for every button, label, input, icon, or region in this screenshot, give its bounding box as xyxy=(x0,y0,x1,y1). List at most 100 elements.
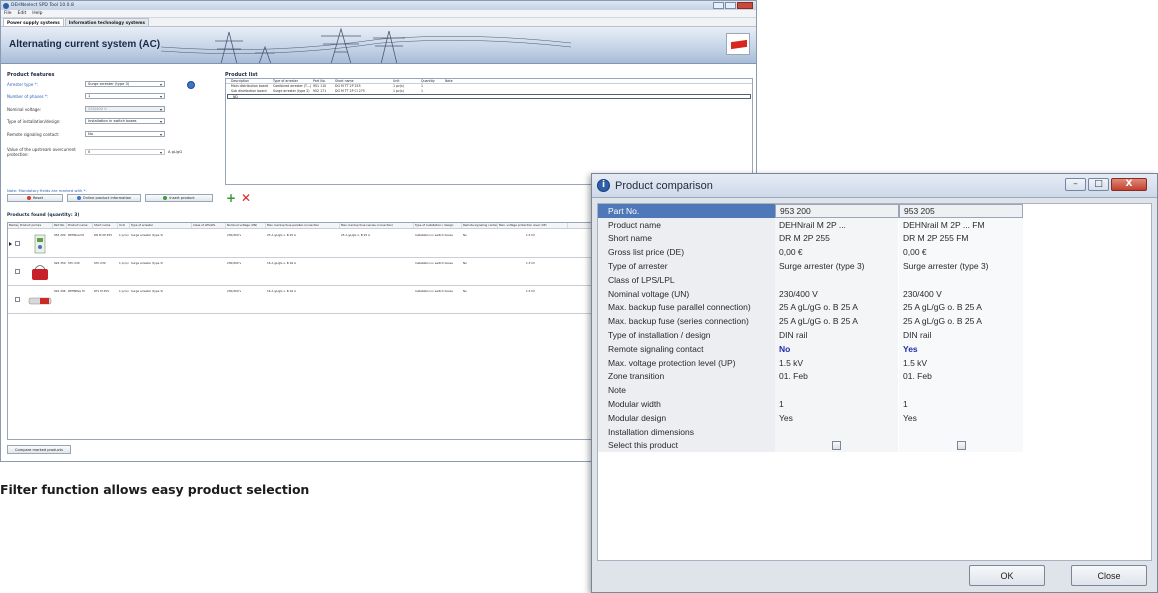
comparison-value-2: Yes xyxy=(899,341,1023,356)
product-list-input-row[interactable]: ND xyxy=(227,94,751,99)
comparison-row: Part No. 953 200 953 205 xyxy=(598,204,1023,218)
tab-information-technology[interactable]: Information technology systems xyxy=(64,18,150,26)
select-product-cell xyxy=(775,438,899,453)
add-icon[interactable]: + xyxy=(226,192,236,204)
comparison-row-label: Modular width xyxy=(598,397,775,411)
comparison-row-label: Gross list price (DE) xyxy=(598,245,775,260)
comparison-row-label: Short name xyxy=(598,231,775,246)
comparison-value-1: 230/400 V xyxy=(775,286,899,301)
comparison-row: Installation dimensions xyxy=(598,424,1023,439)
comparison-row-label: Type of installation / design xyxy=(598,328,775,342)
products-found-title: Products found (quantity: 3) xyxy=(7,213,80,218)
comparison-row-label: Modular design xyxy=(598,410,775,425)
comparison-value-1: Yes xyxy=(775,410,899,425)
insert-icon xyxy=(163,196,168,200)
delete-icon[interactable]: ✕ xyxy=(241,192,251,204)
comparison-row: Modular width 1 1 xyxy=(598,397,1023,411)
select-product-cell xyxy=(899,438,1023,453)
system-title: Alternating current system (AC) xyxy=(9,39,161,50)
close-button[interactable]: X xyxy=(1111,178,1147,191)
product-list-table: Description Type of arrester Part No. Sh… xyxy=(225,78,753,185)
comparison-value-1 xyxy=(775,383,899,398)
overcurrent-value-input[interactable]: 0 xyxy=(85,149,165,155)
menu-help[interactable]: Help xyxy=(32,11,42,16)
comparison-value-2: 0,00 € xyxy=(899,245,1023,260)
close-dialog-button[interactable]: Close xyxy=(1071,565,1147,586)
system-banner: Alternating current system (AC) xyxy=(1,27,756,64)
comparison-value-2: 1.5 kV xyxy=(899,355,1023,370)
comparison-row-label: Class of LPS/LPL xyxy=(598,272,775,287)
comparison-row-label: Installation dimensions xyxy=(598,424,775,439)
comparison-row-label: Max. backup fuse parallel connection) xyxy=(598,300,775,315)
compare-products-button[interactable]: Compare marked products xyxy=(7,445,71,454)
comparison-value-2: DR M 2P 255 FM xyxy=(899,231,1023,246)
comparison-row-label: Select this product xyxy=(598,438,775,453)
ok-button[interactable]: OK xyxy=(969,565,1045,586)
comparison-value-2: 230/400 V xyxy=(899,286,1023,301)
info-icon xyxy=(76,196,81,200)
comparison-row: Class of LPS/LPL xyxy=(598,272,1023,287)
comparison-row-label: Note xyxy=(598,383,775,398)
dehn-logo xyxy=(726,33,750,55)
comparison-row-label: Remote signaling contact xyxy=(598,341,775,356)
comparison-row: Short name DR M 2P 255 DR M 2P 255 FM xyxy=(598,231,1023,246)
comparison-row: Type of installation / design DIN rail DIN… xyxy=(598,328,1023,342)
power-pylons-illustration xyxy=(160,27,571,63)
comparison-value-1: 1 xyxy=(775,397,899,411)
select-product-checkbox[interactable] xyxy=(832,440,841,450)
caption: Filter function allows easy product sele… xyxy=(0,482,310,497)
comparison-value-1: No xyxy=(775,341,899,356)
tabs-bar: Power supply systems Information technol… xyxy=(1,18,756,27)
minimize-button[interactable] xyxy=(713,2,724,9)
dialog-title: Product comparison xyxy=(615,179,713,192)
comparison-value-1: 25 A gL/gG o. B 25 A xyxy=(775,314,899,329)
field-nominal-voltage: Nominal voltage: 230/400 V xyxy=(7,106,165,112)
mark-checkbox[interactable] xyxy=(15,269,20,274)
menubar: File Edit Help xyxy=(1,10,756,18)
current-row-marker xyxy=(9,242,12,246)
mark-checkbox[interactable] xyxy=(15,297,20,302)
dialog-footer: OK Close xyxy=(597,564,1152,590)
comparison-value-2: Surge arrester (type 3) xyxy=(899,259,1023,273)
menu-file[interactable]: File xyxy=(4,11,12,16)
comparison-row-label: Nominal voltage (UN) xyxy=(598,286,775,301)
dialog-titlebar: i Product comparison – □ X xyxy=(592,174,1157,198)
info-icon[interactable] xyxy=(187,81,195,89)
mark-checkbox[interactable] xyxy=(15,241,20,246)
online-info-button[interactable]: Online product information xyxy=(67,194,141,202)
comparison-value-2: 953 205 xyxy=(899,204,1023,218)
maximize-button[interactable]: □ xyxy=(1088,178,1109,191)
insert-product-button[interactable]: Insert product xyxy=(145,194,213,202)
number-of-phases-select[interactable]: 1 xyxy=(85,93,165,99)
comparison-value-1: DIN rail xyxy=(775,328,899,342)
remote-signaling-select[interactable]: No xyxy=(85,131,165,137)
product-picture xyxy=(28,297,52,305)
minimize-button[interactable]: – xyxy=(1065,178,1086,191)
field-installation-type: Type of installation/design: Installatio… xyxy=(7,118,165,124)
product-comparison-dialog: i Product comparison – □ X Part No. 953 2… xyxy=(591,173,1158,593)
app-icon xyxy=(3,2,9,9)
close-button[interactable] xyxy=(737,2,753,9)
menu-edit[interactable]: Edit xyxy=(18,11,27,16)
comparison-row-label: Part No. xyxy=(598,204,775,218)
arrester-type-select[interactable]: Surge arrester (type 3) xyxy=(85,81,165,87)
product-picture xyxy=(32,265,48,280)
comparison-value-2: 25 A gL/gG o. B 25 A xyxy=(899,314,1023,329)
comparison-table: Part No. 953 200 953 205 Product name DEHNra… xyxy=(598,204,1023,453)
comparison-value-1: 25 A gL/gG o. B 25 A xyxy=(775,300,899,315)
comparison-row: Remote signaling contact No Yes xyxy=(598,341,1023,356)
comparison-value-2: DIN rail xyxy=(899,328,1023,342)
product-features-title: Product features xyxy=(7,72,55,78)
comparison-value-1: DEHNrail M 2P ... xyxy=(775,217,899,232)
comparison-value-2: 25 A gL/gG o. B 25 A xyxy=(899,300,1023,315)
reset-button[interactable]: Reset xyxy=(7,194,63,202)
maximize-button[interactable] xyxy=(725,2,736,9)
comparison-value-2: Yes xyxy=(899,410,1023,425)
select-product-checkbox[interactable] xyxy=(956,440,966,450)
comparison-row-label: Zone transition xyxy=(598,369,775,384)
tab-power-supply[interactable]: Power supply systems xyxy=(3,18,64,26)
comparison-row-label: Max. backup fuse (series connection) xyxy=(598,314,775,329)
comparison-row: Modular design Yes Yes xyxy=(598,410,1023,425)
comparison-value-2 xyxy=(899,272,1023,287)
installation-type-select[interactable]: Installation in switch boxes xyxy=(85,118,165,124)
